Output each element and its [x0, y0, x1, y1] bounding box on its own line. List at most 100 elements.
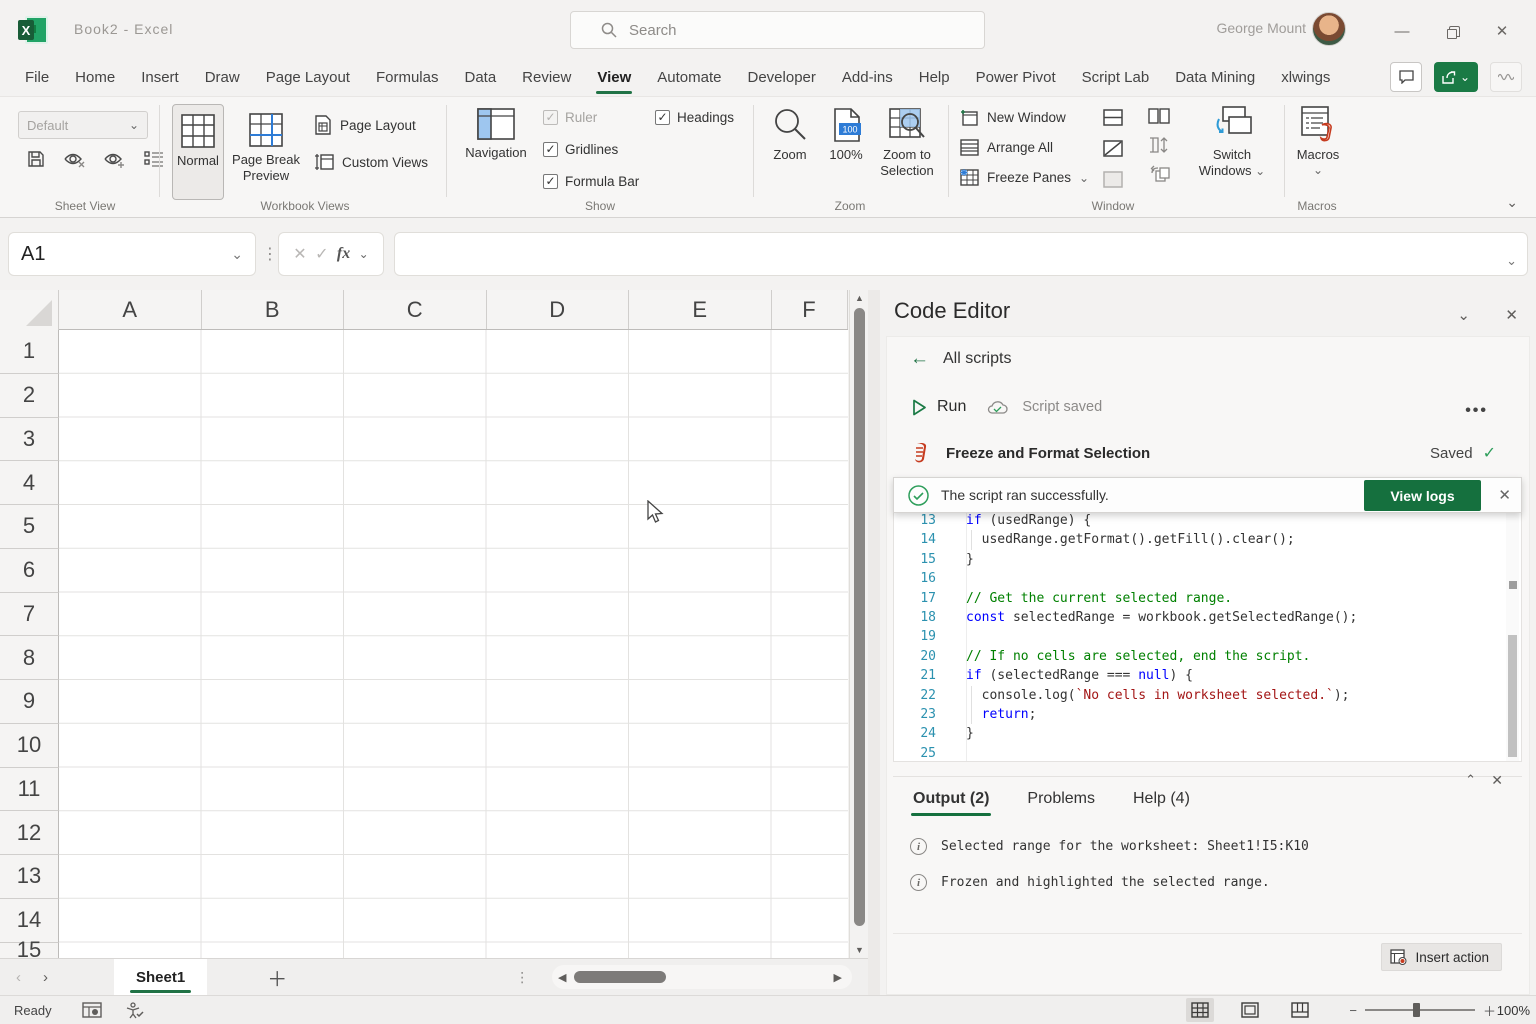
switch-windows-button[interactable]: SwitchWindows ⌄ [1196, 105, 1268, 180]
share-button[interactable]: ⌄ [1434, 62, 1478, 92]
close-button[interactable]: ✕ [1480, 18, 1524, 44]
page-break-shortcut[interactable] [1286, 998, 1314, 1022]
scroll-down-arrow[interactable]: ▼ [850, 942, 869, 958]
cell-area[interactable] [59, 330, 848, 958]
select-all-corner[interactable] [0, 290, 59, 330]
page-break-preview-button[interactable]: Page Break Preview [230, 104, 302, 200]
ribbon-tab-formulas[interactable]: Formulas [363, 63, 452, 94]
ribbon-tab-developer[interactable]: Developer [735, 63, 829, 94]
ribbon-tab-data[interactable]: Data [451, 63, 509, 94]
row-header-10[interactable]: 10 [0, 724, 59, 768]
user-avatar[interactable] [1312, 12, 1346, 46]
vertical-scroll-thumb[interactable] [854, 308, 865, 926]
worksheet-grid[interactable]: ABCDEF 123456789101112131415 [0, 290, 848, 958]
minimize-button[interactable]: — [1380, 18, 1424, 44]
panel-close-icon[interactable]: ✕ [1491, 772, 1503, 789]
ribbon-tab-page-layout[interactable]: Page Layout [253, 63, 363, 94]
run-button[interactable]: Run [937, 398, 966, 416]
column-header-A[interactable]: A [59, 290, 202, 329]
horizontal-scrollbar[interactable]: ◀ ▶ [552, 965, 852, 989]
ribbon-tab-review[interactable]: Review [509, 63, 584, 94]
row-header-7[interactable]: 7 [0, 593, 59, 637]
row-header-3[interactable]: 3 [0, 418, 59, 462]
scroll-right-arrow[interactable]: ▶ [828, 971, 848, 984]
column-header-E[interactable]: E [629, 290, 772, 329]
row-header-15[interactable]: 15 [0, 943, 59, 959]
zoom-in-button[interactable]: ＋ [1483, 1001, 1496, 1020]
ribbon-tab-insert[interactable]: Insert [128, 63, 192, 94]
code-line[interactable]: 13if (usedRange) { [894, 511, 1521, 530]
code-line[interactable]: 15} [894, 550, 1521, 569]
search-input[interactable]: Search [570, 11, 985, 49]
pane-close-icon[interactable]: ✕ [1505, 306, 1518, 324]
scroll-left-arrow[interactable]: ◀ [552, 971, 572, 984]
row-header-1[interactable]: 1 [0, 330, 59, 374]
run-play-icon[interactable] [912, 399, 927, 416]
ribbon-tab-script-lab[interactable]: Script Lab [1069, 63, 1163, 94]
code-scrollbar[interactable] [1506, 511, 1519, 761]
row-header-4[interactable]: 4 [0, 461, 59, 505]
normal-view-shortcut[interactable] [1186, 998, 1214, 1022]
accessibility-checker-icon[interactable] [124, 1002, 144, 1019]
row-header-12[interactable]: 12 [0, 811, 59, 855]
ribbon-tab-home[interactable]: Home [62, 63, 128, 94]
sheet-tab[interactable]: Sheet1 [114, 959, 207, 996]
expand-formula-bar-chevron[interactable]: ⌄ [1506, 253, 1517, 269]
ribbon-tab-add-ins[interactable]: Add-ins [829, 63, 906, 94]
insert-function-button[interactable]: fx [337, 245, 350, 263]
comments-button[interactable] [1390, 62, 1422, 92]
code-line[interactable]: 24} [894, 724, 1521, 743]
zoom-slider[interactable] [1365, 1009, 1475, 1011]
code-line[interactable]: 18const selectedRange = workbook.getSele… [894, 608, 1521, 627]
ribbon-tab-file[interactable]: File [12, 63, 62, 94]
sheet-next-arrow[interactable]: › [43, 969, 48, 986]
zoom-out-button[interactable]: − [1349, 1003, 1357, 1018]
add-sheet-button[interactable]: ＋ [267, 963, 287, 992]
ruler-checkbox[interactable]: ✓Ruler [543, 109, 639, 126]
pane-divider[interactable] [868, 290, 880, 1024]
row-header-11[interactable]: 11 [0, 768, 59, 812]
code-scroll-thumb[interactable] [1508, 635, 1517, 757]
horizontal-scroll-thumb[interactable] [574, 971, 666, 983]
row-header-2[interactable]: 2 [0, 374, 59, 418]
view-side-by-side-icon[interactable] [1148, 107, 1170, 125]
zoom-button[interactable]: Zoom [762, 107, 818, 162]
activity-button[interactable] [1490, 62, 1522, 92]
ribbon-tab-automate[interactable]: Automate [644, 63, 734, 94]
ribbon-tab-draw[interactable]: Draw [192, 63, 253, 94]
panel-tab-problems[interactable]: Problems [1027, 782, 1095, 816]
normal-view-button[interactable]: Normal [172, 104, 224, 200]
split-icon[interactable] [1103, 109, 1123, 126]
column-header-F[interactable]: F [772, 290, 848, 329]
macro-record-icon[interactable] [82, 1002, 102, 1018]
code-line[interactable]: 25 [894, 744, 1521, 762]
zoom-100-button[interactable]: 100 100% [820, 107, 872, 162]
sheet-view-options-icon[interactable] [144, 149, 164, 169]
code-line[interactable]: 17// Get the current selected range. [894, 589, 1521, 608]
navigation-button[interactable]: Navigation [458, 107, 534, 160]
ribbon-tab-help[interactable]: Help [906, 63, 963, 94]
cancel-entry-icon[interactable]: ✕ [293, 244, 306, 264]
toast-close-icon[interactable]: ✕ [1498, 486, 1511, 504]
formula-bar-grip[interactable]: ⋮ [262, 244, 278, 264]
column-header-D[interactable]: D [487, 290, 630, 329]
gridlines-checkbox[interactable]: ✓Gridlines [543, 141, 639, 158]
name-box[interactable]: A1 ⌄ [8, 232, 256, 276]
row-header-14[interactable]: 14 [0, 899, 59, 943]
view-logs-button[interactable]: View logs [1364, 480, 1481, 511]
code-line[interactable]: 22 console.log(`No cells in worksheet se… [894, 686, 1521, 705]
keep-sheet-view-icon[interactable] [26, 149, 46, 169]
panel-tab-output-2-[interactable]: Output (2) [913, 782, 989, 816]
collapse-ribbon-chevron[interactable]: ⌄ [1506, 194, 1518, 211]
row-header-13[interactable]: 13 [0, 855, 59, 899]
confirm-entry-icon[interactable]: ✓ [315, 244, 328, 264]
formula-input[interactable]: ⌄ [394, 232, 1528, 276]
arrange-all-button[interactable]: Arrange All [960, 139, 1089, 156]
freeze-panes-button[interactable]: Freeze Panes ⌄ [960, 169, 1089, 186]
ribbon-tab-xlwings[interactable]: xlwings [1268, 63, 1343, 94]
page-layout-button[interactable]: Page Layout [314, 115, 416, 135]
row-header-9[interactable]: 9 [0, 680, 59, 724]
ribbon-tab-power-pivot[interactable]: Power Pivot [963, 63, 1069, 94]
sheetbar-grip[interactable]: ⋮ [515, 969, 529, 986]
row-header-8[interactable]: 8 [0, 636, 59, 680]
